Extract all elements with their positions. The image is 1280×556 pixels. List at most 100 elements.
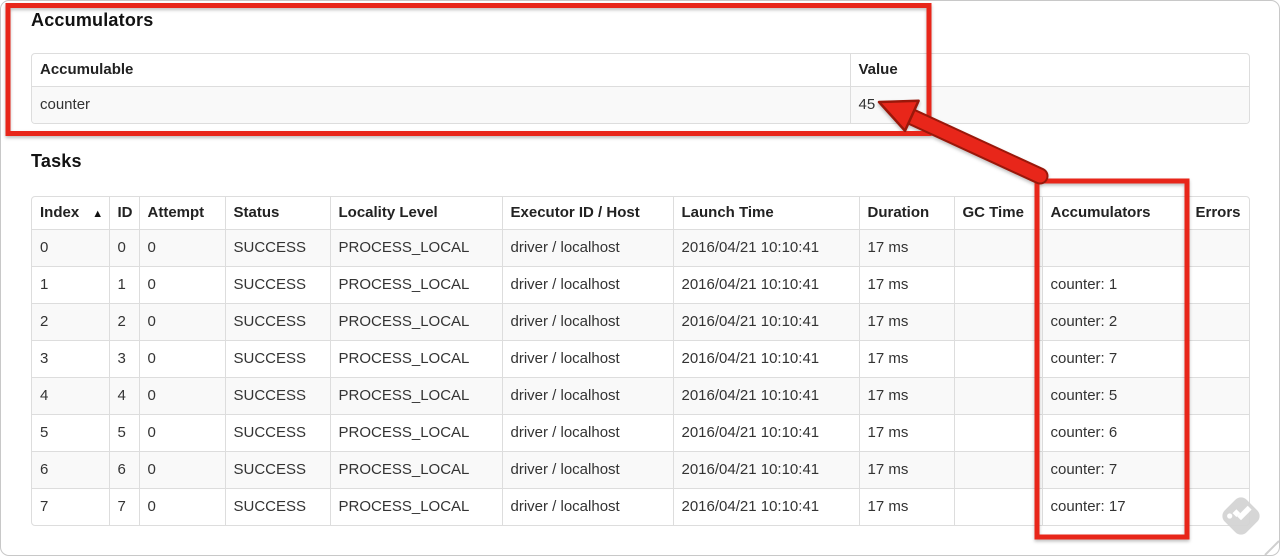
corner-mark — [1264, 540, 1279, 555]
cell-locality-level: PROCESS_LOCAL — [329, 413, 502, 451]
cell-status: SUCCESS — [224, 487, 330, 525]
column-header-status[interactable]: Status — [224, 197, 330, 229]
cell-errors — [1186, 302, 1249, 340]
cell-launch-time: 2016/04/21 10:10:41 — [672, 228, 859, 266]
cell-launch-time: 2016/04/21 10:10:41 — [672, 413, 859, 451]
cell-duration: 17 ms — [858, 228, 954, 266]
cell-executor-id-host: driver / localhost — [501, 376, 673, 414]
column-header-attempt[interactable]: Attempt — [138, 197, 225, 229]
cell-status: SUCCESS — [224, 450, 330, 488]
cell-gc-time — [953, 228, 1042, 266]
cell-status: SUCCESS — [224, 265, 330, 303]
header-row: Index ▲ ID Attempt Status Locality Level Execu… — [32, 197, 1249, 229]
column-header-label: Executor ID / Host — [510, 204, 640, 222]
cell-gc-time — [953, 265, 1042, 303]
column-header-label: Locality Level — [338, 204, 438, 222]
cell-accumulators: counter: 17 — [1041, 487, 1187, 525]
cell-gc-time — [953, 450, 1042, 488]
table-row: 4 4 0 SUCCESS PROCESS_LOCAL driver / localhos… — [32, 376, 1249, 414]
cell-errors — [1186, 450, 1249, 488]
cell-accumulators: counter: 2 — [1041, 302, 1187, 340]
sort-ascending-icon: ▲ — [92, 208, 104, 221]
cell-duration: 17 ms — [858, 413, 954, 451]
cell-id: 2 — [108, 302, 139, 340]
column-header-label: Accumulators — [1050, 204, 1151, 222]
cell-index: 7 — [32, 487, 109, 525]
cell-duration: 17 ms — [858, 339, 954, 377]
cell-errors — [1186, 265, 1249, 303]
cell-executor-id-host: driver / localhost — [501, 339, 673, 377]
cell-id: 6 — [108, 450, 139, 488]
cell-errors — [1186, 376, 1249, 414]
cell-status: SUCCESS — [224, 376, 330, 414]
cell-index: 4 — [32, 376, 109, 414]
cell-id: 4 — [108, 376, 139, 414]
cell-executor-id-host: driver / localhost — [501, 487, 673, 525]
cell-value: 45 — [849, 85, 1249, 123]
cell-errors — [1186, 487, 1249, 525]
column-header-gc-time[interactable]: GC Time — [953, 197, 1042, 229]
cell-errors — [1186, 413, 1249, 451]
table-row: 3 3 0 SUCCESS PROCESS_LOCAL driver / localhos… — [32, 339, 1249, 377]
column-header-id[interactable]: ID — [108, 197, 139, 229]
column-header-errors[interactable]: Errors — [1186, 197, 1249, 229]
cell-attempt: 0 — [138, 265, 225, 303]
cell-launch-time: 2016/04/21 10:10:41 — [672, 339, 859, 377]
column-header-accumulable[interactable]: Accumulable — [32, 54, 850, 86]
cell-launch-time: 2016/04/21 10:10:41 — [672, 376, 859, 414]
tasks-section-title: Tasks — [31, 151, 82, 171]
cell-gc-time — [953, 302, 1042, 340]
cell-duration: 17 ms — [858, 450, 954, 488]
column-header-executor-id-host[interactable]: Executor ID / Host — [501, 197, 673, 229]
cell-launch-time: 2016/04/21 10:10:41 — [672, 265, 859, 303]
cell-id: 7 — [108, 487, 139, 525]
cell-attempt: 0 — [138, 339, 225, 377]
cell-status: SUCCESS — [224, 302, 330, 340]
cell-accumulators: counter: 5 — [1041, 376, 1187, 414]
cell-index: 0 — [32, 228, 109, 266]
cell-attempt: 0 — [138, 376, 225, 414]
cell-errors — [1186, 228, 1249, 266]
column-header-index[interactable]: Index ▲ — [32, 197, 109, 229]
column-header-duration[interactable]: Duration — [858, 197, 954, 229]
cell-gc-time — [953, 413, 1042, 451]
column-header-label: ID — [117, 204, 133, 222]
cell-gc-time — [953, 487, 1042, 525]
column-header-label: Accumulable — [40, 61, 134, 79]
column-header-label: Duration — [867, 204, 930, 222]
spark-ui-stage-page: Accumulators Accumulable Value counter 45 T… — [0, 0, 1280, 556]
accumulators-table: Accumulable Value counter 45 — [31, 53, 1250, 124]
column-header-label: Attempt — [147, 204, 205, 222]
column-header-label: Value — [858, 61, 898, 79]
cell-attempt: 0 — [138, 228, 225, 266]
cell-executor-id-host: driver / localhost — [501, 450, 673, 488]
cell-index: 1 — [32, 265, 109, 303]
table-row: 2 2 0 SUCCESS PROCESS_LOCAL driver / localhos… — [32, 302, 1249, 340]
cell-attempt: 0 — [138, 302, 225, 340]
cell-duration: 17 ms — [858, 302, 954, 340]
column-header-label: Status — [233, 204, 280, 222]
cell-launch-time: 2016/04/21 10:10:41 — [672, 450, 859, 488]
cell-id: 5 — [108, 413, 139, 451]
cell-id: 1 — [108, 265, 139, 303]
cell-duration: 17 ms — [858, 376, 954, 414]
column-header-label: Launch Time — [681, 204, 774, 222]
column-header-accumulators[interactable]: Accumulators — [1041, 197, 1187, 229]
cell-accumulators — [1041, 228, 1187, 266]
cell-duration: 17 ms — [858, 265, 954, 303]
cell-locality-level: PROCESS_LOCAL — [329, 228, 502, 266]
cell-locality-level: PROCESS_LOCAL — [329, 265, 502, 303]
column-header-locality-level[interactable]: Locality Level — [329, 197, 502, 229]
column-header-value[interactable]: Value — [849, 54, 1249, 86]
cell-gc-time — [953, 376, 1042, 414]
column-header-label: Errors — [1195, 204, 1241, 222]
column-header-launch-time[interactable]: Launch Time — [672, 197, 859, 229]
cell-attempt: 0 — [138, 487, 225, 525]
cell-launch-time: 2016/04/21 10:10:41 — [672, 302, 859, 340]
tasks-table: Index ▲ ID Attempt Status Locality Level Execu… — [31, 196, 1250, 526]
cell-status: SUCCESS — [224, 413, 330, 451]
accumulators-section-title: Accumulators — [31, 10, 154, 30]
cell-locality-level: PROCESS_LOCAL — [329, 450, 502, 488]
cell-accumulators: counter: 6 — [1041, 413, 1187, 451]
cell-index: 3 — [32, 339, 109, 377]
